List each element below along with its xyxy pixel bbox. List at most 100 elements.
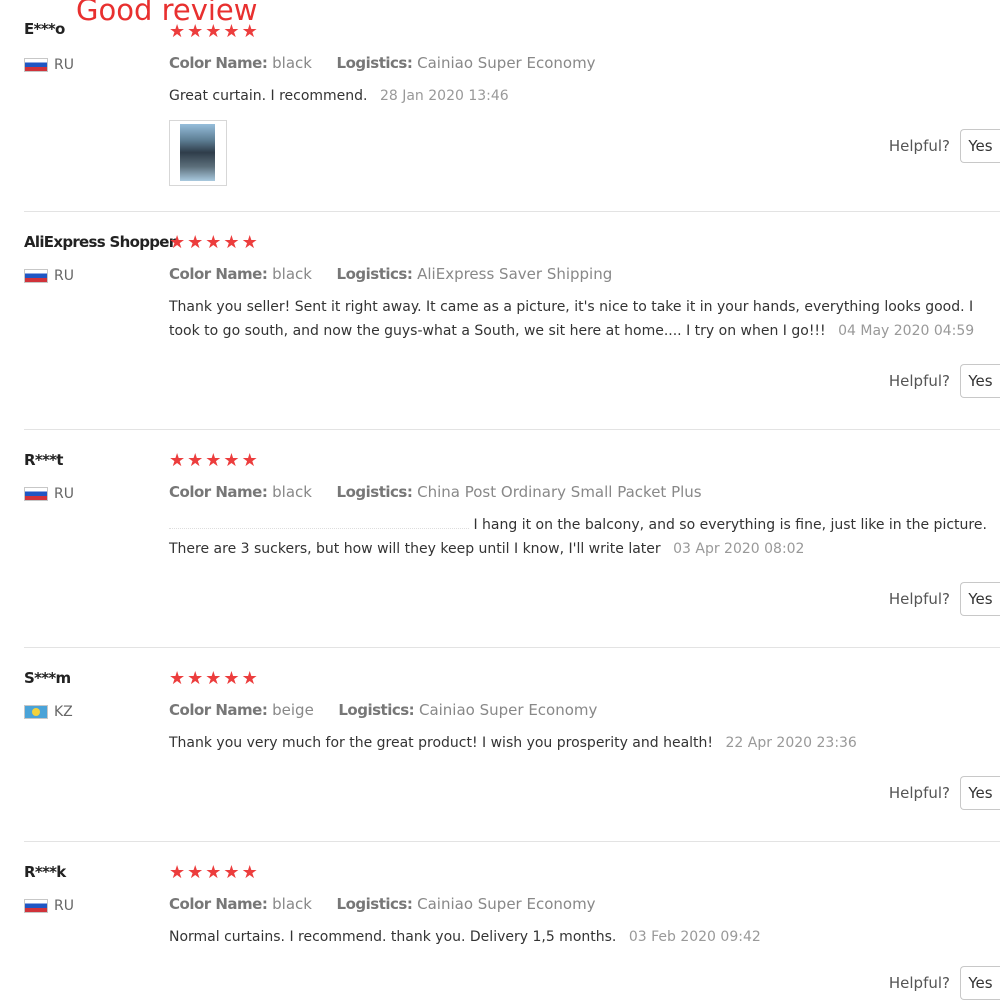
helpful-vote: Helpful? Yes (889, 776, 1000, 810)
star-icon: ★ (169, 21, 186, 42)
russia-flag-icon (24, 269, 48, 283)
country-code: RU (54, 898, 74, 914)
star-icon: ★ (169, 232, 186, 253)
color-name-label: Color Name: (169, 701, 268, 719)
reviewer-country: KZ (24, 704, 73, 720)
helpful-label: Helpful? (888, 974, 950, 992)
review-meta: Color Name: black Logistics: Cainiao Sup… (169, 895, 596, 913)
color-name-value: black (272, 483, 312, 501)
star-icon: ★ (241, 668, 258, 689)
review-date: 04 May 2020 04:59 (838, 323, 975, 339)
star-icon: ★ (169, 862, 186, 883)
review-divider (24, 211, 1000, 212)
review-meta: Color Name: black Logistics: AliExpress … (169, 265, 612, 283)
russia-flag-icon (24, 899, 48, 913)
review-comment: Thank you seller! Sent it right away. It… (169, 295, 994, 343)
review-divider (24, 841, 1000, 842)
review-text: Great curtain. I recommend. (169, 88, 368, 104)
review-comment: Great curtain. I recommend. 28 Jan 2020 … (169, 84, 994, 108)
review-meta: Color Name: black Logistics: Cainiao Sup… (169, 54, 596, 72)
helpful-yes-button[interactable]: Yes (960, 776, 1000, 810)
helpful-vote: Helpful? Yes (889, 364, 1000, 398)
review-comment: I hang it on the balcony, and so everyth… (169, 513, 994, 561)
review-meta: Color Name: beige Logistics: Cainiao Sup… (169, 701, 597, 719)
logistics-label: Logistics: (336, 265, 413, 283)
russia-flag-icon (24, 58, 48, 72)
helpful-yes-button[interactable]: Yes (960, 364, 1000, 398)
review-photo-thumbnail[interactable] (169, 120, 227, 186)
helpful-yes-button[interactable]: Yes (960, 582, 1000, 616)
helpful-label: Helpful? (888, 372, 950, 390)
star-icon: ★ (205, 21, 222, 42)
helpful-label: Helpful? (888, 590, 950, 608)
reviewer-name: R***t (24, 451, 63, 469)
review-date: 22 Apr 2020 23:36 (725, 735, 857, 751)
kazakhstan-flag-icon (24, 705, 48, 719)
star-icon: ★ (205, 862, 222, 883)
rating-stars: ★ ★ ★ ★ ★ (169, 23, 258, 41)
star-icon: ★ (205, 450, 222, 471)
reviewer-name: AliExpress Shopper (24, 233, 176, 251)
reviewer-country: RU (24, 57, 74, 73)
logistics-value: China Post Ordinary Small Packet Plus (417, 483, 702, 501)
star-icon: ★ (223, 21, 240, 42)
star-icon: ★ (187, 668, 204, 689)
star-icon: ★ (169, 450, 186, 471)
color-name-value: black (272, 54, 312, 72)
star-icon: ★ (187, 450, 204, 471)
review-date: 28 Jan 2020 13:46 (379, 88, 509, 104)
review-comment: Thank you very much for the great produc… (169, 731, 994, 755)
review-divider (24, 429, 1000, 430)
rating-stars: ★ ★ ★ ★ ★ (169, 234, 258, 252)
obscured-text (169, 518, 469, 529)
helpful-label: Helpful? (888, 137, 950, 155)
country-code: RU (54, 268, 74, 284)
country-code: KZ (54, 704, 73, 720)
helpful-yes-button[interactable]: Yes (960, 966, 1000, 1000)
logistics-label: Logistics: (336, 54, 413, 72)
review-date: 03 Feb 2020 09:42 (628, 929, 761, 945)
russia-flag-icon (24, 487, 48, 501)
reviewer-name: E***o (24, 20, 65, 38)
color-name-value: beige (272, 701, 314, 719)
review-divider (24, 647, 1000, 648)
reviewer-name: R***k (24, 863, 66, 881)
helpful-yes-button[interactable]: Yes (960, 129, 1000, 163)
reviewer-name: S***m (24, 669, 71, 687)
star-icon: ★ (223, 232, 240, 253)
logistics-value: Cainiao Super Economy (417, 895, 596, 913)
star-icon: ★ (223, 862, 240, 883)
logistics-label: Logistics: (338, 701, 415, 719)
star-icon: ★ (187, 862, 204, 883)
star-icon: ★ (187, 232, 204, 253)
star-icon: ★ (223, 450, 240, 471)
star-icon: ★ (169, 668, 186, 689)
color-name-value: black (272, 895, 312, 913)
review-text: Thank you very much for the great produc… (169, 735, 714, 751)
curtain-photo (180, 124, 215, 181)
reviewer-country: RU (24, 486, 74, 502)
rating-stars: ★ ★ ★ ★ ★ (169, 452, 258, 470)
helpful-vote: Helpful? Yes (889, 966, 1000, 1000)
rating-stars: ★ ★ ★ ★ ★ (169, 864, 258, 882)
star-icon: ★ (241, 21, 258, 42)
logistics-value: Cainiao Super Economy (417, 54, 596, 72)
star-icon: ★ (205, 232, 222, 253)
helpful-label: Helpful? (888, 784, 950, 802)
star-icon: ★ (187, 21, 204, 42)
review-comment: Normal curtains. I recommend. thank you.… (169, 925, 994, 949)
star-icon: ★ (241, 232, 258, 253)
country-code: RU (54, 57, 74, 73)
helpful-vote: Helpful? Yes (889, 582, 1000, 616)
logistics-value: AliExpress Saver Shipping (417, 265, 613, 283)
color-name-label: Color Name: (169, 265, 268, 283)
star-icon: ★ (241, 862, 258, 883)
reviewer-country: RU (24, 268, 74, 284)
helpful-vote: Helpful? Yes (889, 129, 1000, 163)
reviewer-country: RU (24, 898, 74, 914)
logistics-value: Cainiao Super Economy (418, 701, 598, 719)
logistics-label: Logistics: (336, 895, 413, 913)
color-name-label: Color Name: (169, 895, 268, 913)
star-icon: ★ (223, 668, 240, 689)
star-icon: ★ (241, 450, 258, 471)
